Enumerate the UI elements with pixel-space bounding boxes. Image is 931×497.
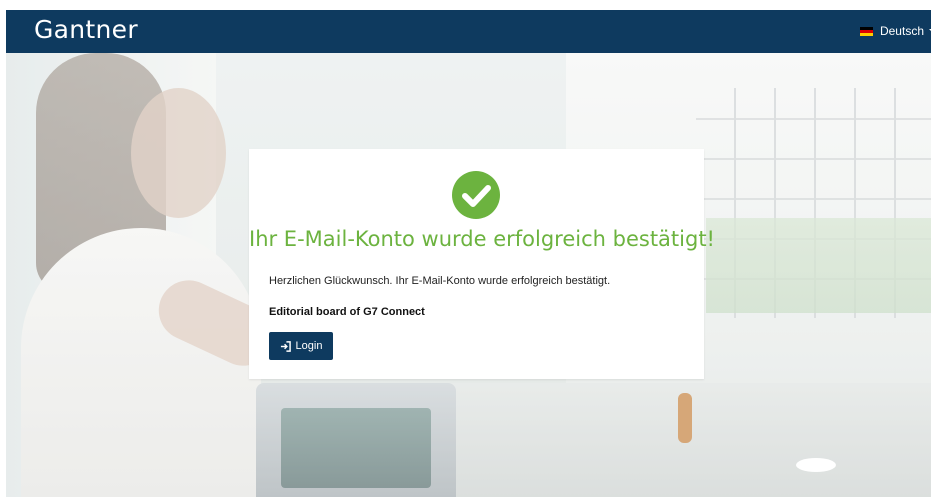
confirmation-card: Ihr E-Mail-Konto wurde erfolgreich bestä…	[249, 149, 715, 379]
page-frame: Gantner Deutsch Ihr E-Mail-Konto wurde e…	[6, 10, 931, 497]
sign-in-icon	[280, 340, 291, 352]
top-navbar: Gantner Deutsch	[6, 10, 931, 53]
confirmation-title: Ihr E-Mail-Konto wurde erfolgreich bestä…	[249, 227, 715, 251]
check-circle-icon	[452, 171, 500, 219]
language-selector[interactable]: Deutsch	[859, 24, 931, 38]
language-label: Deutsch	[879, 24, 924, 38]
confirmation-signature: Editorial board of G7 Connect	[269, 306, 425, 318]
brand-logo[interactable]: Gantner	[34, 15, 138, 44]
confirmation-message: Herzlichen Glückwunsch. Ihr E-Mail-Konto…	[269, 275, 611, 287]
login-button[interactable]: Login	[269, 332, 333, 360]
germany-flag-icon	[859, 26, 873, 36]
login-button-label: Login	[295, 340, 323, 352]
